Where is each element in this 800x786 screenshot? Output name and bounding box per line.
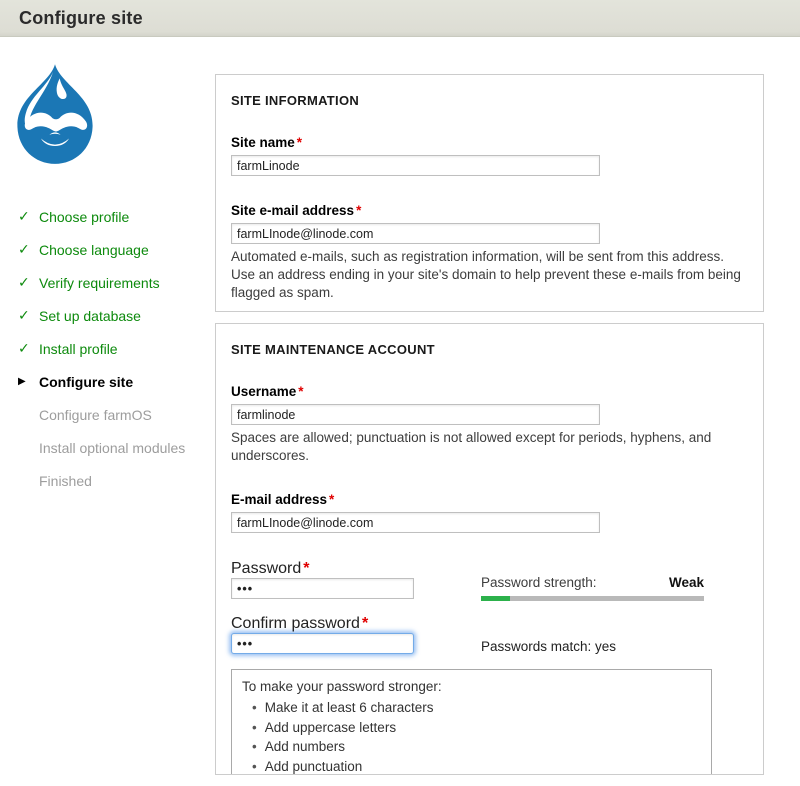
required-asterisk: * — [362, 615, 368, 632]
bullet-icon: • — [252, 720, 257, 735]
account-email-input[interactable] — [231, 512, 600, 533]
check-icon: ✓ — [18, 274, 39, 291]
site-information-legend: SITE INFORMATION — [231, 89, 748, 108]
required-asterisk: * — [298, 384, 303, 399]
sidebar-step-label: Choose language — [39, 242, 149, 258]
site-email-label: Site e-mail address* — [231, 203, 748, 218]
site-name-input[interactable] — [231, 155, 600, 176]
sidebar-step-label: Finished — [39, 473, 92, 489]
password-label: Password* — [231, 560, 309, 577]
install-steps-list: ✓Choose profile✓Choose language✓Verify r… — [18, 200, 208, 497]
sidebar-step-set-up-database: ✓Set up database — [18, 299, 208, 332]
site-email-input[interactable] — [231, 223, 600, 244]
site-email-description: Automated e-mails, such as registration … — [231, 248, 746, 303]
sidebar-step-label: Choose profile — [39, 209, 129, 225]
username-label: Username* — [231, 384, 748, 399]
password-suggestion-item: •Add numbers — [242, 737, 701, 757]
password-strength-indicator: Password strength: Weak — [481, 560, 704, 601]
page-title: Configure site — [19, 8, 143, 29]
username-item: Username* Spaces are allowed; punctuatio… — [231, 384, 748, 465]
account-email-label: E-mail address* — [231, 492, 748, 507]
password-suggestion-item: •Make it at least 6 characters — [242, 698, 701, 718]
sidebar-step-configure-site: ▶Configure site — [18, 365, 208, 398]
site-email-item: Site e-mail address* Automated e-mails, … — [231, 203, 748, 303]
confirm-password-label: Confirm password* — [231, 615, 368, 632]
password-suggestions-box: To make your password stronger: •Make it… — [231, 669, 712, 775]
confirm-password-input[interactable] — [231, 633, 414, 654]
check-icon: ✓ — [18, 340, 39, 357]
sidebar-step-label: Install optional modules — [39, 440, 185, 456]
sidebar-step-install-profile: ✓Install profile — [18, 332, 208, 365]
site-name-item: Site name* — [231, 135, 748, 176]
bullet-icon: • — [252, 700, 257, 715]
required-asterisk: * — [356, 203, 361, 218]
form-column: SITE INFORMATION Site name* Site e-mail … — [215, 74, 764, 786]
sidebar-step-finished: ✓Finished — [18, 464, 208, 497]
password-strength-fill — [481, 596, 510, 601]
maintenance-account-legend: SITE MAINTENANCE ACCOUNT — [231, 338, 748, 357]
site-name-label: Site name* — [231, 135, 748, 150]
password-item: Password* — [231, 560, 481, 601]
sidebar-step-label: Install profile — [39, 341, 118, 357]
username-input[interactable] — [231, 404, 600, 425]
bullet-icon: • — [252, 739, 257, 754]
sidebar-step-label: Configure site — [39, 374, 133, 390]
site-information-section: SITE INFORMATION Site name* Site e-mail … — [215, 74, 764, 312]
confirm-password-row: Confirm password* Passwords match: yes — [231, 615, 748, 654]
password-strength-bar — [481, 596, 704, 601]
drupal-logo-icon — [8, 63, 102, 167]
content-area: ✓Choose profile✓Choose language✓Verify r… — [0, 37, 800, 782]
passwords-match-text: Passwords match: yes — [481, 630, 704, 654]
check-icon: ✓ — [18, 241, 39, 258]
sidebar-step-choose-profile: ✓Choose profile — [18, 200, 208, 233]
sidebar-step-label: Configure farmOS — [39, 407, 152, 423]
bullet-icon: • — [252, 759, 257, 774]
sidebar-step-choose-language: ✓Choose language — [18, 233, 208, 266]
username-description: Spaces are allowed; punctuation is not a… — [231, 429, 746, 465]
check-icon: ✓ — [18, 307, 39, 324]
passwords-match-indicator: Passwords match: yes — [481, 615, 704, 654]
account-email-item: E-mail address* — [231, 492, 748, 533]
check-icon: ✓ — [18, 208, 39, 225]
current-step-arrow-icon: ▶ — [18, 376, 39, 387]
required-asterisk: * — [329, 492, 334, 507]
password-suggestions-title: To make your password stronger: — [242, 677, 701, 697]
maintenance-account-section: SITE MAINTENANCE ACCOUNT Username* Space… — [215, 323, 764, 775]
required-asterisk: * — [303, 560, 309, 577]
required-asterisk: * — [297, 135, 302, 150]
password-suggestions-list: •Make it at least 6 characters•Add upper… — [242, 698, 701, 775]
sidebar-step-label: Verify requirements — [39, 275, 160, 291]
sidebar-step-label: Set up database — [39, 308, 141, 324]
sidebar-step-verify-requirements: ✓Verify requirements — [18, 266, 208, 299]
confirm-password-item: Confirm password* — [231, 615, 481, 654]
sidebar-step-install-optional-modules: ✓Install optional modules — [18, 431, 208, 464]
page-header: Configure site — [0, 0, 800, 37]
sidebar-step-configure-farmos: ✓Configure farmOS — [18, 398, 208, 431]
password-strength-label: Password strength: — [481, 575, 597, 590]
password-row: Password* Password strength: Weak — [231, 560, 748, 601]
password-strength-value: Weak — [669, 575, 704, 590]
password-suggestion-item: •Add uppercase letters — [242, 718, 701, 738]
password-suggestion-item: •Add punctuation — [242, 757, 701, 775]
password-input[interactable] — [231, 578, 414, 599]
